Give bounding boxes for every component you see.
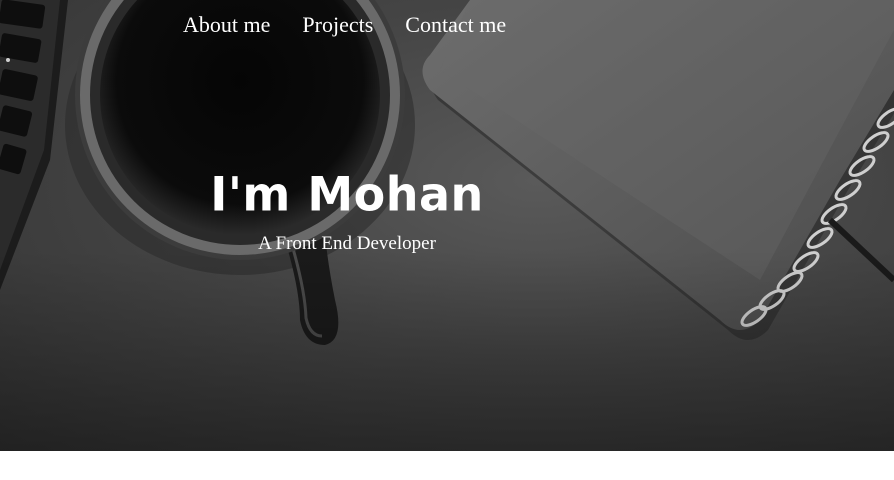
hero-title: I'm Mohan (210, 166, 484, 222)
hero-subtitle: A Front End Developer (258, 233, 436, 254)
nav-about-me[interactable]: About me (183, 10, 270, 40)
hero-section: About me Projects Contact me I'm Mohan A… (0, 0, 894, 451)
nav-contact-me[interactable]: Contact me (405, 10, 506, 40)
nav-projects[interactable]: Projects (302, 10, 373, 40)
page-content-area (0, 451, 894, 480)
hero-background-image (0, 0, 894, 451)
top-nav: About me Projects Contact me (183, 10, 506, 40)
